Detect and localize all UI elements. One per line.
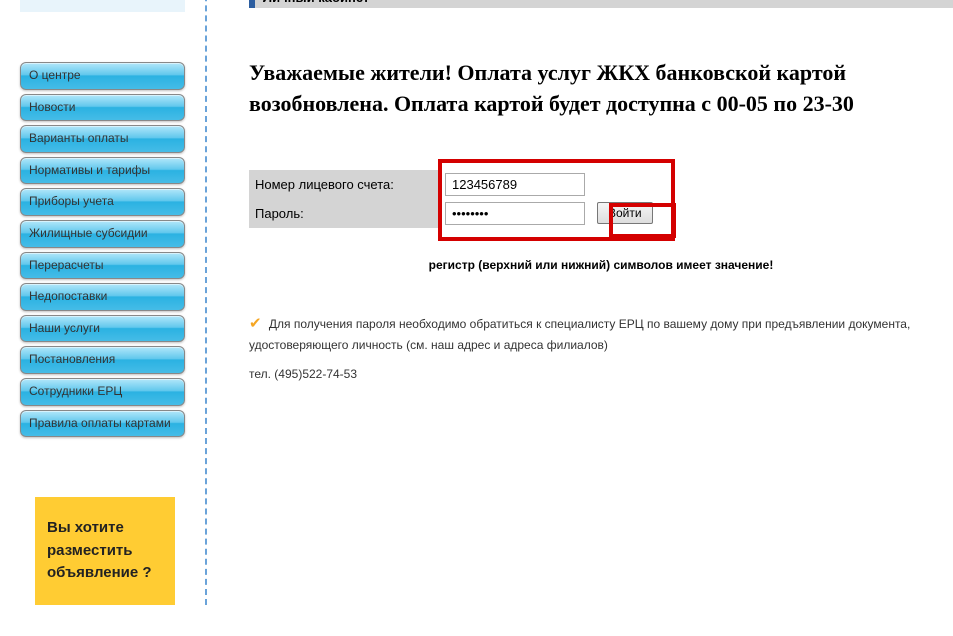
nav-recalc[interactable]: Перерасчеты: [20, 252, 185, 280]
nav-list: О центре Новости Варианты оплаты Нормати…: [20, 62, 185, 437]
announcement: Уважаемые жители! Оплата услуг ЖКХ банко…: [249, 58, 953, 120]
info-paragraph: ✔ Для получения пароля необходимо обрати…: [249, 312, 953, 355]
ad-line2: разместить: [47, 540, 167, 563]
nav-payment-options[interactable]: Варианты оплаты: [20, 125, 185, 153]
nav-shortages[interactable]: Недопоставки: [20, 283, 185, 311]
login-button[interactable]: Войти: [597, 202, 653, 224]
sidebar-header: Личный кабинет: [20, 0, 185, 12]
phone-line: тел. (495)522-74-53: [249, 367, 953, 381]
account-input[interactable]: [445, 173, 585, 196]
ad-line1: Вы хотите: [47, 517, 167, 540]
main-content: 10100110 Личный кабинет Уважаемые жители…: [219, 0, 953, 605]
nav-about[interactable]: О центре: [20, 62, 185, 90]
nav-meters[interactable]: Приборы учета: [20, 188, 185, 216]
sidebar: Личный кабинет О центре Новости Варианты…: [0, 0, 205, 605]
nav-subsidies[interactable]: Жилищные субсидии: [20, 220, 185, 248]
ad-line3: объявление ?: [47, 562, 167, 585]
nav-services[interactable]: Наши услуги: [20, 315, 185, 343]
login-form: Номер лицевого счета: Пароль: Войти: [249, 170, 953, 228]
check-icon: ✔: [249, 315, 262, 332]
nav-staff[interactable]: Сотрудники ЕРЦ: [20, 378, 185, 406]
case-sensitivity-note: регистр (верхний или нижний) символов им…: [249, 258, 953, 272]
nav-news[interactable]: Новости: [20, 94, 185, 122]
vertical-divider: [205, 0, 219, 605]
nav-card-rules[interactable]: Правила оплаты картами: [20, 410, 185, 438]
nav-decrees[interactable]: Постановления: [20, 346, 185, 374]
info-text: Для получения пароля необходимо обратить…: [249, 317, 910, 352]
account-label: Номер лицевого счета:: [249, 170, 439, 199]
ad-box[interactable]: Вы хотите разместить объявление ?: [35, 497, 175, 605]
password-input[interactable]: [445, 202, 585, 225]
nav-norms-tariffs[interactable]: Нормативы и тарифы: [20, 157, 185, 185]
password-label: Пароль:: [249, 199, 439, 228]
page-title: Личный кабинет: [249, 0, 953, 8]
